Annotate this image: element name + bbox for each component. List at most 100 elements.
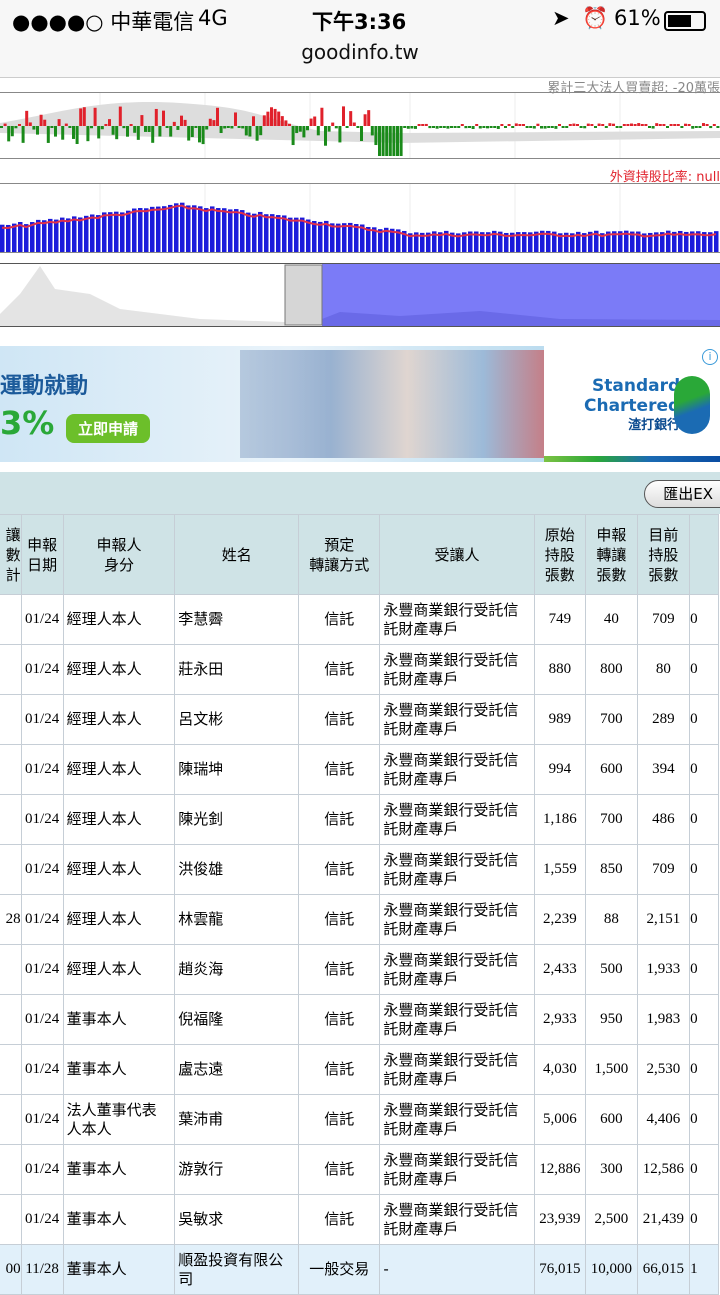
net-buy-bar bbox=[165, 126, 169, 128]
holding-bar bbox=[180, 202, 185, 252]
url-bar[interactable]: goodinfo.tw bbox=[0, 40, 720, 64]
net-buy-bar bbox=[496, 126, 500, 129]
net-buy-bar bbox=[57, 119, 61, 126]
net-buy-bar bbox=[356, 126, 360, 128]
name-cell: 陳瑞坤 bbox=[174, 744, 300, 795]
net-buy-bar bbox=[129, 124, 133, 126]
holding-bar bbox=[192, 205, 197, 252]
net-buy-bar bbox=[680, 126, 684, 128]
transfer-total-cell bbox=[0, 944, 22, 995]
original-shares-cell: 994 bbox=[533, 744, 587, 795]
transfer-method-cell: 信託 bbox=[298, 1144, 381, 1195]
apply-button[interactable]: 立即申請 bbox=[66, 414, 151, 443]
net-buy-bar bbox=[378, 126, 381, 156]
holding-bar bbox=[84, 215, 89, 252]
net-buy-bar bbox=[3, 123, 7, 126]
net-buy-bar bbox=[547, 126, 551, 128]
current-shares-cell: 394 bbox=[636, 744, 691, 795]
net-buy-bar bbox=[140, 115, 144, 126]
net-buy-bar bbox=[716, 126, 720, 128]
holding-bar bbox=[276, 215, 281, 252]
net-buy-bar bbox=[194, 126, 198, 128]
export-excel-button[interactable]: 匯出EX bbox=[644, 480, 720, 508]
report-date-cell: 01/24 bbox=[20, 694, 64, 745]
current-shares-cell: 709 bbox=[636, 844, 691, 895]
table-row: 01/24 經理人本人 呂文彬 信託 永豐商業銀行受託信託財產專戶 989 700 289 0 bbox=[0, 694, 719, 745]
ad-headline: 運動就動 bbox=[0, 374, 89, 399]
net-buy-bar bbox=[417, 124, 421, 126]
transfer-method-cell: 信託 bbox=[298, 644, 381, 695]
battery-percent: 61% bbox=[614, 6, 661, 30]
table-row: 28 01/24 經理人本人 林雲龍 信託 永豐商業銀行受託信託財產專戶 2,239 88 2,… bbox=[0, 894, 719, 945]
current-shares-cell: 486 bbox=[636, 794, 691, 845]
foreign-holding-chart bbox=[0, 183, 720, 254]
table-row: 01/24 董事本人 游敦行 信託 永豐商業銀行受託信託財產專戶 12,886 300 12,… bbox=[0, 1144, 719, 1195]
net-buy-bar bbox=[64, 123, 68, 126]
extra-cell: 0 bbox=[689, 994, 719, 1045]
column-header: 申報 轉讓 張數 bbox=[585, 514, 638, 595]
current-shares-cell: 66,015 bbox=[636, 1244, 691, 1295]
net-buy-bar bbox=[342, 106, 345, 126]
net-buy-bar bbox=[144, 126, 147, 132]
report-date-cell: 01/24 bbox=[20, 1044, 64, 1095]
report-date-cell: 01/24 bbox=[20, 1194, 64, 1245]
holding-bar bbox=[108, 212, 113, 252]
column-header: 原始 持股 張數 bbox=[533, 514, 587, 595]
holding-bar bbox=[222, 208, 227, 252]
net-buy-bar bbox=[694, 126, 698, 128]
net-buy-bar bbox=[500, 124, 504, 126]
net-buy-bar bbox=[18, 124, 21, 126]
holding-bar bbox=[78, 217, 83, 252]
original-shares-cell: 4,030 bbox=[533, 1044, 587, 1095]
net-buy-bar bbox=[583, 126, 587, 129]
net-buy-bar bbox=[514, 123, 518, 126]
transfer-method-cell: 信託 bbox=[298, 894, 381, 945]
net-buy-bar bbox=[608, 123, 612, 126]
net-buy-bar bbox=[698, 126, 702, 128]
holding-bar bbox=[144, 208, 149, 252]
extra-cell: 0 bbox=[689, 1144, 719, 1195]
net-buy-bar bbox=[403, 126, 407, 128]
transfer-total-cell bbox=[0, 694, 22, 745]
navigator[interactable] bbox=[0, 263, 720, 327]
column-header: 申報 日期 bbox=[20, 514, 64, 595]
extra-cell: 0 bbox=[689, 894, 719, 945]
net-buy-bar bbox=[360, 126, 363, 141]
net-buy-bar bbox=[86, 126, 90, 142]
transfer-method-cell: 信託 bbox=[298, 1194, 381, 1245]
reporter-identity-cell: 經理人本人 bbox=[62, 894, 176, 945]
net-buy-bar bbox=[601, 124, 605, 126]
net-buy-bar bbox=[309, 118, 313, 126]
current-shares-cell: 1,933 bbox=[636, 944, 691, 995]
current-shares-cell: 4,406 bbox=[636, 1094, 691, 1145]
net-buy-bar bbox=[75, 126, 79, 144]
name-cell: 盧志遠 bbox=[174, 1044, 300, 1095]
net-buy-bar bbox=[374, 126, 378, 146]
net-buy-bar bbox=[504, 126, 507, 128]
holding-bar bbox=[282, 215, 287, 252]
net-buy-bar bbox=[201, 126, 205, 145]
current-shares-cell: 80 bbox=[636, 644, 691, 695]
net-buy-bar bbox=[180, 115, 183, 126]
current-shares-cell: 2,151 bbox=[636, 894, 691, 945]
net-buy-bar bbox=[226, 126, 230, 128]
ad-info-icon[interactable]: i bbox=[702, 349, 718, 365]
net-buy-bar bbox=[658, 124, 662, 126]
extra-cell: 0 bbox=[689, 1094, 719, 1145]
net-buy-bar bbox=[190, 126, 194, 138]
transferee-cell: 永豐商業銀行受託信託財產專戶 bbox=[379, 644, 535, 695]
net-buy-bar bbox=[385, 126, 389, 156]
holding-bar bbox=[120, 212, 125, 252]
holding-bar bbox=[132, 208, 137, 252]
advertisement-banner[interactable]: 運動就動 3% 立即申請 Standard Chartered 渣打銀行 i bbox=[0, 346, 720, 462]
reporter-identity-cell: 經理人本人 bbox=[62, 794, 176, 845]
original-shares-cell: 2,239 bbox=[533, 894, 587, 945]
net-buy-bar bbox=[262, 115, 266, 126]
net-buy-bar bbox=[158, 126, 162, 137]
transfer-total-cell: 28 bbox=[0, 894, 22, 945]
transferee-cell: 永豐商業銀行受託信託財產專戶 bbox=[379, 994, 535, 1045]
original-shares-cell: 2,933 bbox=[533, 994, 587, 1045]
holding-bar bbox=[288, 217, 293, 252]
net-buy-bar bbox=[651, 126, 655, 129]
net-buy-bar bbox=[46, 126, 50, 143]
